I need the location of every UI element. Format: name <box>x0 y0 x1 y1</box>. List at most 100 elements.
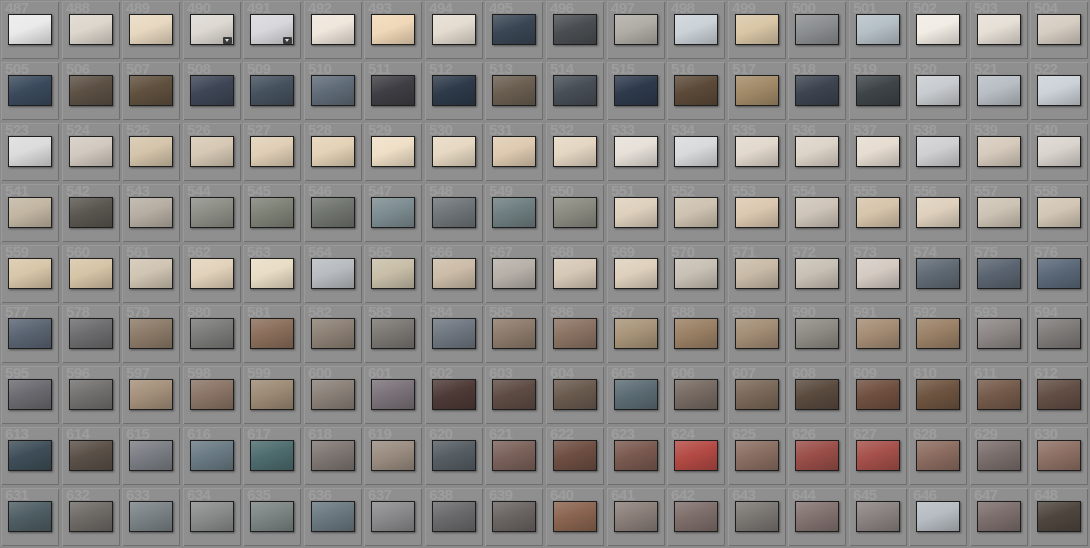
thumbnail-cell[interactable]: 543 <box>122 184 180 242</box>
photo-thumbnail[interactable] <box>432 75 476 106</box>
photo-thumbnail[interactable] <box>371 318 415 349</box>
thumbnail-cell[interactable]: 548 <box>425 184 483 242</box>
photo-thumbnail[interactable] <box>1037 14 1081 45</box>
thumbnail-cell[interactable]: 632 <box>62 488 120 546</box>
photo-thumbnail[interactable] <box>8 440 52 471</box>
photo-thumbnail[interactable] <box>977 14 1021 45</box>
thumbnail-cell[interactable]: 630 <box>1030 427 1088 485</box>
photo-thumbnail[interactable] <box>977 318 1021 349</box>
thumbnail-cell[interactable]: 527 <box>243 123 301 181</box>
thumbnail-cell[interactable]: 550 <box>546 184 604 242</box>
photo-thumbnail[interactable] <box>674 379 718 410</box>
photo-thumbnail[interactable] <box>795 440 839 471</box>
thumbnail-cell[interactable]: 583 <box>364 305 422 363</box>
thumbnail-cell[interactable]: 540 <box>1030 123 1088 181</box>
photo-thumbnail[interactable] <box>432 440 476 471</box>
photo-thumbnail[interactable] <box>553 75 597 106</box>
photo-thumbnail[interactable] <box>553 379 597 410</box>
photo-thumbnail[interactable] <box>311 136 355 167</box>
thumbnail-cell[interactable]: 642 <box>667 488 725 546</box>
thumbnail-cell[interactable]: 530 <box>425 123 483 181</box>
thumbnail-cell[interactable]: 555 <box>849 184 907 242</box>
thumbnail-cell[interactable]: 579 <box>122 305 180 363</box>
photo-thumbnail[interactable] <box>129 75 173 106</box>
photo-thumbnail[interactable] <box>977 197 1021 228</box>
photo-thumbnail[interactable] <box>190 379 234 410</box>
photo-thumbnail[interactable] <box>916 501 960 532</box>
photo-thumbnail[interactable] <box>8 501 52 532</box>
photo-thumbnail[interactable] <box>674 258 718 289</box>
thumbnail-cell[interactable]: 559 <box>1 245 59 303</box>
photo-thumbnail[interactable] <box>69 440 113 471</box>
photo-thumbnail[interactable] <box>432 197 476 228</box>
photo-thumbnail[interactable] <box>129 501 173 532</box>
photo-thumbnail[interactable] <box>795 75 839 106</box>
photo-thumbnail[interactable] <box>250 258 294 289</box>
photo-thumbnail[interactable] <box>977 440 1021 471</box>
photo-thumbnail[interactable] <box>795 136 839 167</box>
photo-thumbnail[interactable] <box>129 14 173 45</box>
thumbnail-cell[interactable]: 582 <box>304 305 362 363</box>
thumbnail-cell[interactable]: 545 <box>243 184 301 242</box>
thumbnail-cell[interactable]: 638 <box>425 488 483 546</box>
thumbnail-cell[interactable]: 609 <box>849 366 907 424</box>
thumbnail-cell[interactable]: 532 <box>546 123 604 181</box>
thumbnail-cell[interactable]: 584 <box>425 305 483 363</box>
thumbnail-cell[interactable]: 646 <box>909 488 967 546</box>
photo-thumbnail[interactable] <box>674 501 718 532</box>
photo-thumbnail[interactable] <box>129 136 173 167</box>
thumbnail-cell[interactable]: 643 <box>728 488 786 546</box>
photo-thumbnail[interactable] <box>674 197 718 228</box>
photo-thumbnail[interactable] <box>977 501 1021 532</box>
thumbnail-cell[interactable]: 505 <box>1 62 59 120</box>
thumbnail-cell[interactable]: 620 <box>425 427 483 485</box>
thumbnail-cell[interactable]: 557 <box>970 184 1028 242</box>
thumbnail-cell[interactable]: 509 <box>243 62 301 120</box>
photo-thumbnail[interactable] <box>735 318 779 349</box>
photo-thumbnail[interactable] <box>432 136 476 167</box>
thumbnail-cell[interactable]: 494 <box>425 1 483 59</box>
photo-thumbnail[interactable] <box>371 258 415 289</box>
photo-thumbnail[interactable] <box>492 318 536 349</box>
thumbnail-cell[interactable]: 618 <box>304 427 362 485</box>
thumbnail-cell[interactable]: 491 <box>243 1 301 59</box>
photo-thumbnail[interactable] <box>856 258 900 289</box>
photo-thumbnail[interactable] <box>250 440 294 471</box>
thumbnail-cell[interactable]: 601 <box>364 366 422 424</box>
thumbnail-cell[interactable]: 551 <box>607 184 665 242</box>
thumbnail-cell[interactable]: 605 <box>607 366 665 424</box>
thumbnail-cell[interactable]: 564 <box>304 245 362 303</box>
photo-thumbnail[interactable] <box>250 75 294 106</box>
photo-thumbnail[interactable] <box>432 379 476 410</box>
photo-thumbnail[interactable] <box>69 136 113 167</box>
photo-thumbnail[interactable] <box>735 75 779 106</box>
photo-thumbnail[interactable] <box>614 75 658 106</box>
photo-thumbnail[interactable] <box>492 75 536 106</box>
thumbnail-cell[interactable]: 648 <box>1030 488 1088 546</box>
thumbnail-cell[interactable]: 547 <box>364 184 422 242</box>
thumbnail-cell[interactable]: 626 <box>788 427 846 485</box>
photo-thumbnail[interactable] <box>129 197 173 228</box>
photo-thumbnail[interactable] <box>190 258 234 289</box>
thumbnail-cell[interactable]: 580 <box>183 305 241 363</box>
photo-thumbnail[interactable] <box>8 258 52 289</box>
photo-thumbnail[interactable] <box>1037 75 1081 106</box>
thumbnail-cell[interactable]: 595 <box>1 366 59 424</box>
thumbnail-cell[interactable]: 640 <box>546 488 604 546</box>
photo-thumbnail[interactable] <box>735 501 779 532</box>
photo-thumbnail[interactable] <box>735 440 779 471</box>
photo-thumbnail[interactable] <box>674 14 718 45</box>
photo-thumbnail[interactable] <box>69 318 113 349</box>
photo-thumbnail[interactable] <box>735 136 779 167</box>
photo-thumbnail[interactable] <box>250 318 294 349</box>
thumbnail-cell[interactable]: 553 <box>728 184 786 242</box>
thumbnail-cell[interactable]: 528 <box>304 123 362 181</box>
thumbnail-cell[interactable]: 563 <box>243 245 301 303</box>
menu-badge-icon[interactable] <box>223 37 232 44</box>
thumbnail-cell[interactable]: 578 <box>62 305 120 363</box>
thumbnail-cell[interactable]: 590 <box>788 305 846 363</box>
thumbnail-cell[interactable]: 607 <box>728 366 786 424</box>
thumbnail-cell[interactable]: 617 <box>243 427 301 485</box>
thumbnail-cell[interactable]: 488 <box>62 1 120 59</box>
photo-thumbnail[interactable] <box>492 379 536 410</box>
